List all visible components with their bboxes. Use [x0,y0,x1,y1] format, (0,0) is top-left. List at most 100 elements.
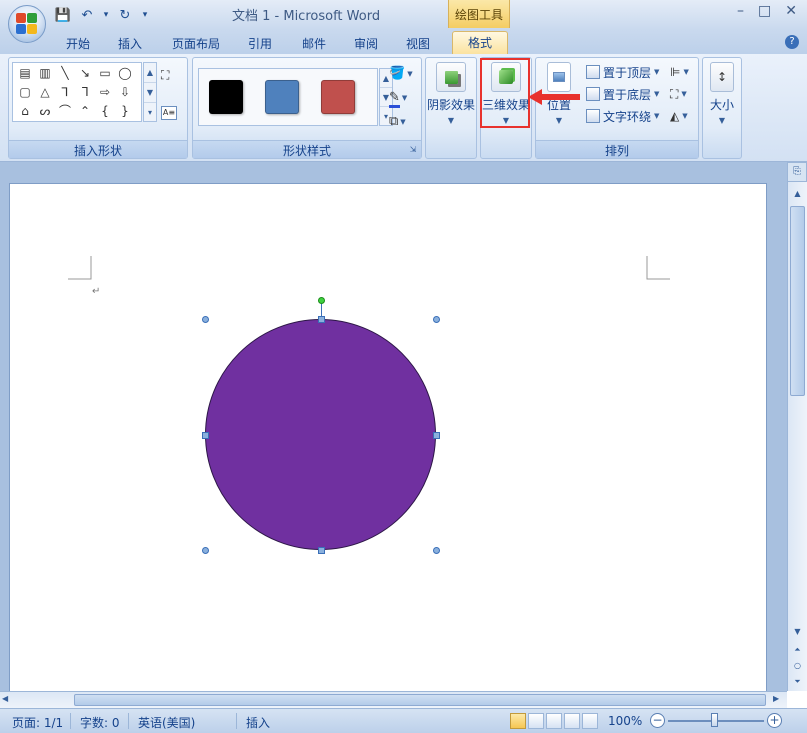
shape-gallery-item[interactable]: ⌒ [57,103,73,119]
minimize-button[interactable]: – [737,3,744,19]
text-box-icon[interactable]: A≡ [161,106,177,120]
chevron-down-icon: ▼ [654,112,660,120]
style-swatch-red[interactable] [321,80,355,114]
change-shape-icon: ⧉ [389,114,399,129]
web-layout-view-icon[interactable] [546,713,562,729]
ruler-toggle-icon[interactable]: ⎘ [787,162,807,182]
tab-home[interactable]: 开始 [58,33,98,53]
shape-gallery-item[interactable]: ▭ [97,65,113,81]
quick-access-toolbar: 💾 ↶ ▾ ↻ ▾ [54,5,150,25]
resize-handle-top[interactable] [318,316,325,323]
group-arrange: 位置 ▼ 置于顶层 ▼ 置于底层 ▼ 文字环绕 ▼ ⊫ ▼ ⛶ ▼ ◭ ▼ 排列 [535,57,699,159]
group-objects-button[interactable]: ⛶ ▼ [670,84,687,104]
redo-icon[interactable]: ↻ [116,6,134,24]
shape-gallery-item[interactable]: ⇩ [117,84,133,100]
align-button[interactable]: ⊫ ▼ [670,62,689,82]
shape-gallery-item[interactable]: ᔕ [37,103,53,119]
ribbon-tab-row: 开始 插入 页面布局 引用 邮件 审阅 视图 格式 ? [0,30,807,54]
restore-button[interactable]: □ [758,3,771,19]
help-icon[interactable]: ? [785,35,799,49]
purple-circle-shape[interactable] [205,319,436,550]
outline-view-icon[interactable] [564,713,580,729]
resize-handle-bottom[interactable] [318,547,325,554]
horizontal-scroll-thumb[interactable] [74,694,766,706]
tab-references[interactable]: 引用 [240,33,280,53]
scroll-up-icon[interactable]: ▲ [790,186,805,202]
scroll-down-icon[interactable]: ▼ [790,624,805,640]
change-shape-button[interactable]: ⧉ ▼ [389,114,415,132]
shape-gallery-item[interactable]: ᒣ [77,84,93,100]
group-icon: ⛶ [670,86,679,101]
vertical-scroll-thumb[interactable] [790,206,805,396]
shape-gallery-item[interactable]: } [117,103,133,119]
shape-gallery-item[interactable]: ↘ [77,65,93,81]
resize-handle-top-right[interactable] [433,316,440,323]
zoom-out-icon[interactable]: − [650,713,665,728]
full-screen-reading-view-icon[interactable] [528,713,544,729]
rotate-handle[interactable] [318,297,325,304]
status-insert-mode[interactable]: 插入 [246,714,270,731]
edit-shape-icon[interactable]: ⛶ [161,68,169,83]
draft-view-icon[interactable] [582,713,598,729]
scroll-left-icon[interactable]: ◀ [2,694,8,703]
gallery-more-icon[interactable]: ▾ [144,103,156,123]
close-button[interactable]: ✕ [785,3,797,19]
status-page[interactable]: 页面: 1/1 [12,714,63,731]
tab-format[interactable]: 格式 [452,31,508,54]
shape-gallery-item[interactable]: ◯ [117,65,133,81]
shape-gallery-item[interactable]: ⌂ [17,103,33,119]
tab-review[interactable]: 审阅 [346,33,386,53]
customize-qat-icon[interactable]: ▾ [140,6,150,24]
undo-dropdown-icon[interactable]: ▾ [102,6,110,24]
resize-handle-right[interactable] [433,432,440,439]
shape-gallery-item[interactable]: ⇨ [97,84,113,100]
print-layout-view-icon[interactable] [510,713,526,729]
resize-handle-top-left[interactable] [202,316,209,323]
shape-gallery-item[interactable]: ▢ [17,84,33,100]
shape-gallery-item[interactable]: ▤ [17,65,33,81]
tab-view[interactable]: 视图 [398,33,438,53]
shapes-gallery-scroll[interactable]: ▲ ▼ ▾ [143,62,157,122]
save-icon[interactable]: 💾 [54,6,72,24]
tab-mailings[interactable]: 邮件 [294,33,334,53]
resize-handle-bottom-left[interactable] [202,547,209,554]
resize-handle-bottom-right[interactable] [433,547,440,554]
select-browse-object-icon[interactable]: ○ [790,658,805,674]
style-swatch-blue[interactable] [265,80,299,114]
office-button[interactable] [8,5,46,43]
bring-to-front-button[interactable]: 置于顶层 ▼ [586,62,659,82]
group-shape-styles: ▲ ▼ ▾ 🪣 ▼ ✎ ▼ ⧉ ▼ 形状样式 ⇲ [192,57,422,159]
shape-fill-button[interactable]: 🪣 ▼ [389,66,415,84]
next-page-icon[interactable]: ⏷ [790,674,805,690]
status-separator [236,713,237,729]
tab-insert[interactable]: 插入 [110,33,150,53]
zoom-in-icon[interactable]: + [767,713,782,728]
horizontal-scrollbar[interactable]: ◀ ▶ [0,691,787,708]
status-language[interactable]: 英语(美国) [138,714,195,731]
previous-page-icon[interactable]: ⏶ [790,642,805,658]
dialog-launcher-icon[interactable]: ⇲ [408,145,418,155]
shape-gallery-item[interactable]: ╲ [57,65,73,81]
send-to-back-button[interactable]: 置于底层 ▼ [586,84,659,104]
shape-gallery-item[interactable]: ▥ [37,65,53,81]
size-button[interactable]: ↕ 大小 ▼ [703,62,741,125]
scroll-down-icon[interactable]: ▼ [144,83,156,103]
shape-gallery-item[interactable]: ⅂ [57,84,73,100]
zoom-level[interactable]: 100% [608,714,642,728]
shape-gallery-item[interactable]: △ [37,84,53,100]
shape-gallery-item[interactable]: { [97,103,113,119]
shadow-effects-button[interactable]: 阴影效果 ▼ [426,62,476,125]
scroll-right-icon[interactable]: ▶ [773,694,779,703]
text-wrapping-button[interactable]: 文字环绕 ▼ [586,106,659,126]
zoom-slider-thumb[interactable] [711,713,718,727]
undo-icon[interactable]: ↶ [78,6,96,24]
scroll-up-icon[interactable]: ▲ [144,63,156,83]
tab-page-layout[interactable]: 页面布局 [166,33,226,53]
shape-outline-button[interactable]: ✎ ▼ [389,90,415,108]
resize-handle-left[interactable] [202,432,209,439]
rotate-button[interactable]: ◭ ▼ [670,106,688,126]
status-word-count[interactable]: 字数: 0 [80,714,120,731]
style-swatch-black[interactable] [209,80,243,114]
shape-gallery-item[interactable]: ⌃ [77,103,93,119]
vertical-scrollbar[interactable]: ▲ ▼ ⏶ ○ ⏷ [787,182,807,691]
